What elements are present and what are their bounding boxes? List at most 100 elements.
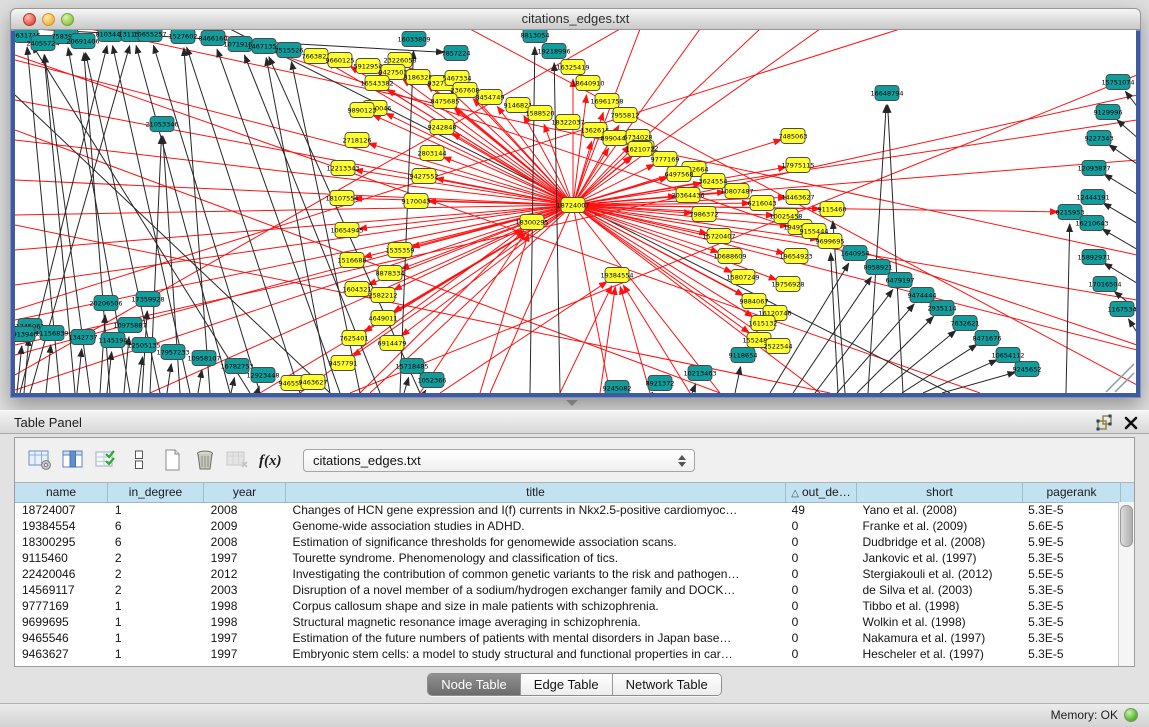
vertical-scrollbar[interactable]: [1118, 502, 1134, 666]
graph-node[interactable]: 2803144: [418, 146, 447, 161]
graph-node[interactable]: 20206506: [89, 296, 122, 311]
graph-node[interactable]: 9660125: [326, 53, 355, 68]
minimize-window-icon[interactable]: [42, 13, 55, 26]
graph-node[interactable]: 9118654: [729, 348, 758, 363]
graph-node[interactable]: 7986372: [690, 207, 719, 222]
graph-node[interactable]: 1516688: [338, 253, 367, 268]
graph-node[interactable]: 7485063: [779, 129, 808, 144]
graph-node[interactable]: 20364436: [671, 188, 704, 203]
graph-node[interactable]: 7955812: [611, 108, 640, 123]
graph-node[interactable]: 4649011: [369, 311, 398, 326]
table-row[interactable]: 969969511998Structural magnetic resonanc…: [15, 614, 1119, 630]
close-window-icon[interactable]: [23, 13, 36, 26]
window-titlebar[interactable]: citations_edges.txt: [10, 8, 1141, 30]
graph-node[interactable]: 16033809: [397, 32, 430, 47]
graph-node[interactable]: 9245082: [603, 381, 632, 394]
graph-node[interactable]: 10654112: [991, 348, 1024, 363]
graph-node[interactable]: 1621072: [626, 142, 655, 157]
graph-node[interactable]: 1615132: [749, 316, 778, 331]
table-row[interactable]: 1938455462009Genome-wide association stu…: [15, 518, 1119, 534]
graph-node[interactable]: 9463627: [299, 375, 328, 390]
graph-node[interactable]: 14463627: [781, 190, 814, 205]
tab-network-table[interactable]: Network Table: [613, 674, 721, 695]
graph-node[interactable]: 7625401: [340, 331, 369, 346]
network-canvas[interactable]: 1872400796317162405572475839162069140681…: [15, 30, 1136, 393]
graph-node[interactable]: 9245652: [1013, 362, 1042, 377]
graph-node[interactable]: 8921372: [646, 376, 675, 391]
table-row[interactable]: 1456911722003Disruption of a novel membe…: [15, 582, 1119, 598]
splitter-grip-icon[interactable]: [566, 400, 578, 406]
close-panel-icon[interactable]: [1122, 414, 1140, 432]
graph-node[interactable]: 3913940: [15, 327, 37, 342]
graph-node[interactable]: 15718485: [395, 359, 428, 374]
graph-node[interactable]: 16961758: [590, 94, 623, 109]
graph-node[interactable]: 17359928: [131, 292, 164, 307]
rows-icon[interactable]: [124, 445, 154, 475]
graph-node[interactable]: 16325419: [556, 60, 589, 75]
table-row[interactable]: 911546021997Tourette syndrome. Phenomeno…: [15, 550, 1119, 566]
graph-node[interactable]: 1342737: [69, 330, 98, 345]
graph-node[interactable]: 9699695: [816, 234, 845, 249]
scrollbar-thumb[interactable]: [1120, 505, 1133, 547]
table-row[interactable]: 946554611997Estimation of the future num…: [15, 630, 1119, 646]
graph-node[interactable]: 15807249: [726, 270, 759, 285]
graph-node[interactable]: 11156839: [35, 326, 68, 341]
graph-node[interactable]: 8475685: [431, 94, 460, 109]
function-builder-icon[interactable]: f(x): [256, 445, 286, 475]
graph-node[interactable]: 15892971: [1077, 250, 1110, 265]
graph-node[interactable]: 18724007: [556, 198, 589, 213]
tab-node-table[interactable]: Node Table: [428, 674, 521, 695]
table-settings-icon[interactable]: [25, 445, 55, 475]
graph-node[interactable]: 12923448: [246, 368, 279, 383]
row-select-icon[interactable]: [91, 445, 121, 475]
column-header-name[interactable]: name: [15, 483, 108, 502]
resize-grip-icon[interactable]: [1106, 364, 1134, 392]
graph-node[interactable]: 7857224: [442, 46, 471, 61]
column-header-title[interactable]: title: [286, 483, 786, 502]
column-header-year[interactable]: year: [204, 483, 286, 502]
graph-node[interactable]: 12213343: [326, 161, 359, 176]
float-panel-icon[interactable]: [1095, 414, 1113, 432]
graph-node[interactable]: 7632621: [951, 316, 980, 331]
graph-node[interactable]: 15720407: [702, 229, 735, 244]
graph-node[interactable]: 1640954: [841, 246, 870, 261]
graph-node[interactable]: 15751074: [1101, 75, 1134, 90]
graph-node[interactable]: 17016504: [1088, 277, 1121, 292]
graph-node[interactable]: 8813054: [521, 30, 550, 43]
graph-node[interactable]: 19384554: [600, 268, 633, 283]
graph-node[interactable]: 9242848: [428, 120, 457, 135]
graph-node[interactable]: 18640910: [571, 76, 604, 91]
graph-node[interactable]: 18107554: [325, 191, 358, 206]
panel-splitter[interactable]: [0, 398, 1149, 410]
citation-network-graph[interactable]: 1872400796317162405572475839162069140681…: [15, 30, 1136, 393]
graph-node[interactable]: 7515526: [275, 43, 304, 58]
new-table-icon[interactable]: [157, 445, 187, 475]
graph-node[interactable]: 6914479: [378, 336, 407, 351]
graph-node[interactable]: 19654923: [779, 249, 812, 264]
graph-node[interactable]: 1604321: [343, 282, 372, 297]
graph-node[interactable]: 2582212: [369, 288, 398, 303]
graph-node[interactable]: 9427552: [410, 169, 439, 184]
graph-node[interactable]: 19218996: [537, 44, 570, 59]
table-row[interactable]: 1872400712008Changes of HCN gene express…: [15, 502, 1119, 518]
graph-node[interactable]: 2522544: [764, 339, 793, 354]
graph-node[interactable]: 10688609: [713, 249, 746, 264]
graph-node[interactable]: 1588520: [526, 106, 555, 121]
column-header-pagerank[interactable]: pagerank: [1023, 483, 1121, 502]
graph-node[interactable]: 10654945: [330, 223, 363, 238]
graph-node[interactable]: 9777169: [651, 152, 680, 167]
graph-node[interactable]: 6216043: [748, 196, 777, 211]
graph-node[interactable]: 1167534: [1108, 302, 1136, 317]
tab-edge-table[interactable]: Edge Table: [521, 674, 613, 695]
graph-node[interactable]: 9170043: [402, 194, 431, 209]
column-header-in_degree[interactable]: in_degree: [108, 483, 204, 502]
graph-node[interactable]: 8958921: [864, 260, 893, 275]
graph-node[interactable]: 12444191: [1076, 190, 1109, 205]
graph-node[interactable]: 17975115: [781, 158, 814, 173]
column-header-short[interactable]: short: [857, 483, 1023, 502]
graph-node[interactable]: 18300295: [515, 215, 548, 230]
graph-node[interactable]: 9129996: [1094, 105, 1123, 120]
delete-table-icon[interactable]: [190, 445, 220, 475]
graph-node[interactable]: 10213463: [683, 366, 716, 381]
table-row[interactable]: 2242004622012Investigating the contribut…: [15, 566, 1119, 582]
